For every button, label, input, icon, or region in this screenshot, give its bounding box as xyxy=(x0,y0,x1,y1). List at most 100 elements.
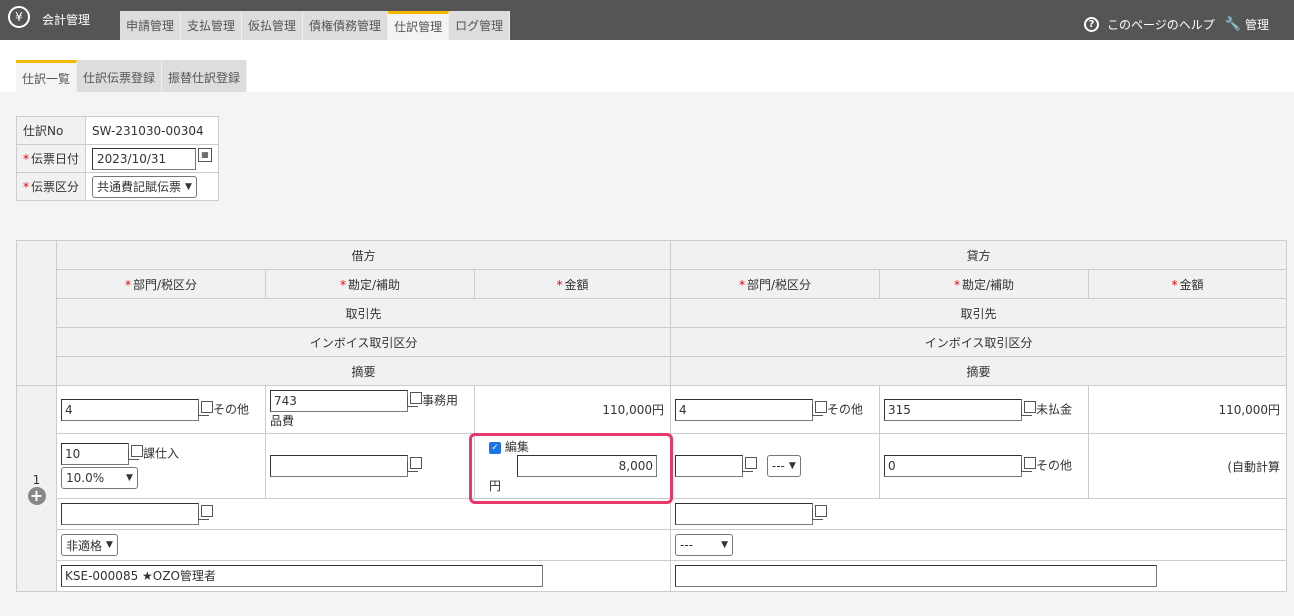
credit-summary-header: 摘要 xyxy=(670,356,1288,386)
debit-tax-rate-select[interactable]: 10.0% ▼ xyxy=(61,467,138,489)
debit-dept-name: その他 xyxy=(213,402,250,416)
credit-partner-cell xyxy=(670,498,1288,530)
credit-invoice-cell: --- ▼ xyxy=(670,529,1288,561)
add-row-icon[interactable]: + xyxy=(27,486,46,505)
tab-advance[interactable]: 仮払管理 xyxy=(242,11,304,40)
help-icon[interactable]: ? xyxy=(1084,17,1100,32)
debit-account-name-1: 事務用 xyxy=(422,393,459,408)
debit-summary-input[interactable]: KSE-000085 ★OZO管理者 xyxy=(61,565,543,587)
credit-amount-header: * 金額 xyxy=(1088,269,1288,299)
credit-account-cell: 315 未払金 xyxy=(879,385,1090,434)
debit-account-picker-icon[interactable] xyxy=(407,392,422,407)
main-tabs: 申請管理 支払管理 仮払管理 債権債務管理 仕訳管理 ログ管理 xyxy=(120,11,511,40)
credit-dept-picker-icon[interactable] xyxy=(812,400,828,416)
voucher-date-input[interactable]: 2023/10/31 xyxy=(92,147,197,170)
row-number-cell: 1 + xyxy=(16,385,57,592)
debit-tax-cell: 10 課仕入 10.0% ▼ xyxy=(56,433,266,499)
debit-dept-input[interactable]: 4 xyxy=(61,398,199,421)
voucher-info-table: 仕訳No SW-231030-00304 * 伝票日付 2023/10/31 ▦ *… xyxy=(15,116,220,201)
credit-account-name: 未払金 xyxy=(1036,402,1073,416)
credit-dept-header: * 部門/税区分 xyxy=(670,269,881,299)
debit-partner-header: 取引先 xyxy=(55,298,672,328)
credit-invoice-select[interactable]: --- ▼ xyxy=(675,534,734,556)
credit-tax-account-picker-icon[interactable] xyxy=(1021,457,1037,472)
credit-header: 貸方 xyxy=(670,240,1288,270)
chevron-down-icon: ▼ xyxy=(721,540,729,550)
debit-tax-name: 課仕入 xyxy=(143,446,180,461)
help-link[interactable]: このページのヘルプ xyxy=(1107,16,1215,33)
credit-dept-input[interactable]: 4 xyxy=(675,398,814,421)
debit-tax-account-picker-icon[interactable] xyxy=(407,457,422,472)
journal-no-value: SW-231030-00304 xyxy=(85,116,220,145)
debit-invoice-select[interactable]: 非適格 ▼ xyxy=(61,534,118,556)
debit-tax-code-input[interactable]: 10 xyxy=(61,443,129,465)
journal-entry-table: 借方 貸方 * 部門/税区分 * 勘定/補助 * 金額 * 部門/税区分 * 勘定/補助 … xyxy=(16,240,1288,592)
debit-partner-picker-icon[interactable] xyxy=(198,505,213,520)
credit-tax-account-input[interactable]: 0 xyxy=(884,455,1023,477)
debit-dept-cell: 4 その他 xyxy=(56,385,266,434)
debit-account-name-2: 品費 xyxy=(270,414,295,428)
type-label-cell: * 伝票区分 xyxy=(15,172,87,201)
debit-invoice-cell: 非適格 ▼ xyxy=(55,529,672,561)
subtab-journal-list[interactable]: 仕訳一覧 xyxy=(16,60,78,92)
help-area: ? このページのヘルプ 🔧 管理 xyxy=(1084,16,1269,33)
chevron-down-icon: ▼ xyxy=(106,540,113,550)
voucher-type-select[interactable]: 共通費記賦伝票 ▼ xyxy=(92,175,197,198)
admin-link[interactable]: 管理 xyxy=(1245,16,1269,33)
credit-dept-cell: 4 その他 xyxy=(670,385,881,434)
app-title: 会計管理 xyxy=(42,13,91,27)
debit-dept-picker-icon[interactable] xyxy=(198,400,213,416)
tab-payment[interactable]: 支払管理 xyxy=(181,11,243,40)
wrench-icon[interactable]: 🔧 xyxy=(1225,17,1241,32)
chevron-down-icon: ▼ xyxy=(788,460,796,471)
credit-account-picker-icon[interactable] xyxy=(1021,400,1037,416)
debit-account-header: * 勘定/補助 xyxy=(265,269,475,299)
date-label-cell: * 伝票日付 xyxy=(15,144,87,173)
debit-amount-header: * 金額 xyxy=(473,269,672,299)
calendar-icon[interactable]: ▦ xyxy=(198,147,213,162)
yen-ledger-icon: ¥ xyxy=(8,6,30,28)
tab-log[interactable]: ログ管理 xyxy=(449,11,511,40)
credit-account-header: * 勘定/補助 xyxy=(879,269,1090,299)
debit-partner-input[interactable] xyxy=(61,503,199,525)
subtab-transfer-entry[interactable]: 振替仕訳登録 xyxy=(162,60,248,92)
credit-amount-cell: 110,000円 xyxy=(1088,385,1288,434)
row-number: 1 xyxy=(32,472,41,487)
subtab-journal-entry[interactable]: 仕訳伝票登録 xyxy=(77,60,163,92)
date-label: 伝票日付 xyxy=(31,152,80,166)
debit-dept-header: * 部門/税区分 xyxy=(56,269,266,299)
debit-amount-cell: 110,000円 xyxy=(473,385,672,434)
credit-account-input[interactable]: 315 xyxy=(884,398,1023,421)
credit-tax-name: その他 xyxy=(1036,458,1073,473)
tab-journal[interactable]: 仕訳管理 xyxy=(388,11,450,40)
credit-partner-picker-icon[interactable] xyxy=(812,505,828,520)
tab-receivables[interactable]: 債権債務管理 xyxy=(303,11,389,40)
credit-summary-input[interactable] xyxy=(675,565,1158,587)
credit-partner-input[interactable] xyxy=(675,503,814,525)
credit-partner-header: 取引先 xyxy=(670,298,1288,328)
credit-tax-code-input[interactable] xyxy=(675,455,744,478)
debit-account-cell: 743 事務用 品費 xyxy=(265,385,475,434)
credit-tax-cell: --- ▼ xyxy=(670,433,881,499)
date-cell: 2023/10/31 ▦ xyxy=(85,144,220,173)
credit-summary-cell xyxy=(670,560,1288,592)
debit-tax-account-cell xyxy=(265,433,475,499)
debit-account-input[interactable]: 743 xyxy=(270,390,408,412)
debit-summary-header: 摘要 xyxy=(55,356,672,386)
credit-tax-amount-cell: (自動計算 xyxy=(1088,433,1288,499)
type-label: 伝票区分 xyxy=(31,180,80,194)
debit-tax-account-input[interactable] xyxy=(270,455,408,477)
credit-tax-picker-icon[interactable] xyxy=(742,456,758,472)
debit-invoice-header: インボイス取引区分 xyxy=(55,327,672,357)
tab-application[interactable]: 申請管理 xyxy=(120,11,182,40)
type-cell: 共通費記賦伝票 ▼ xyxy=(85,172,220,201)
chevron-down-icon: ▼ xyxy=(185,181,192,192)
credit-tax-select[interactable]: --- ▼ xyxy=(766,454,801,477)
debit-tax-picker-icon[interactable] xyxy=(128,445,143,460)
sub-tabs: 仕訳一覧 仕訳伝票登録 振替仕訳登録 xyxy=(16,60,248,92)
debit-header: 借方 xyxy=(55,240,672,270)
required-mark: * xyxy=(23,152,29,166)
credit-tax-account-cell: 0 その他 xyxy=(879,433,1090,499)
chevron-down-icon: ▼ xyxy=(126,473,133,483)
required-mark: * xyxy=(23,180,29,194)
